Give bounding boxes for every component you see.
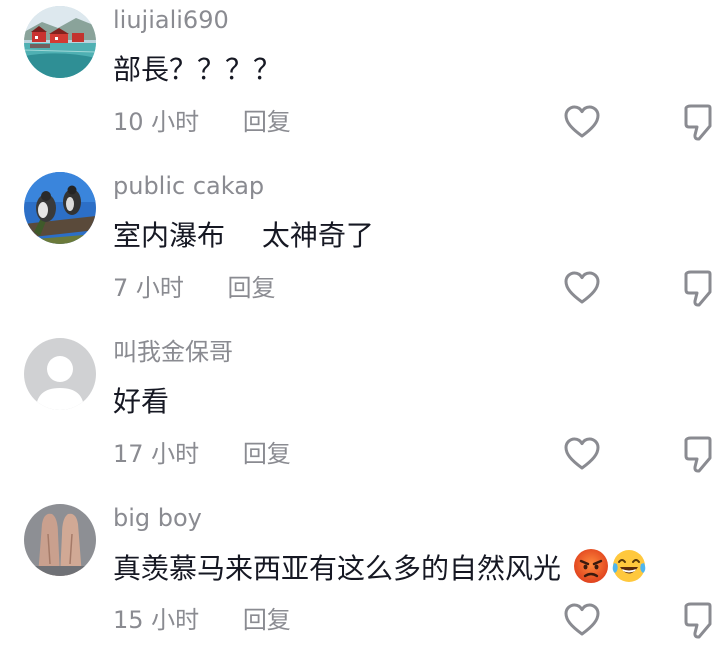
birds-image xyxy=(24,172,96,244)
comment-username[interactable]: public cakap xyxy=(113,170,264,202)
comment-meta: 17 小时 回复 xyxy=(113,438,291,470)
comment-username[interactable]: big boy xyxy=(113,502,202,534)
heart-outline-icon[interactable] xyxy=(563,436,601,472)
thumbs-down-outline-icon[interactable] xyxy=(683,102,713,142)
thumbs-down-outline-icon[interactable] xyxy=(683,268,713,308)
comment-text: 室内瀑布 太神奇了 xyxy=(113,219,374,252)
comment-text-content: 真羡慕马来西亚有这么多的自然风光 xyxy=(113,552,562,585)
comment-time: 15 小时 xyxy=(113,606,200,634)
reply-button[interactable]: 回复 xyxy=(243,604,291,636)
avatar[interactable] xyxy=(24,6,96,78)
comment-time: 7 小时 xyxy=(113,274,184,302)
comment-text: 好看 xyxy=(113,385,170,418)
comment-item: big boy 真羡慕马来西亚有这么多的自然风光 15 小时 回复 xyxy=(0,498,713,664)
comment-item: liujiali690 部長？？？？ 10 小时 回复 xyxy=(0,0,713,166)
heart-outline-icon[interactable] xyxy=(563,270,601,306)
tears-of-joy-emoji xyxy=(611,548,647,584)
comment-item: 叫我金保哥 好看 17 小时 回复 xyxy=(0,332,713,498)
reply-button[interactable]: 回复 xyxy=(243,106,291,138)
avatar[interactable] xyxy=(24,172,96,244)
heart-outline-icon[interactable] xyxy=(563,602,601,638)
default-avatar-image xyxy=(24,338,96,410)
comment-text: 部長？？？？ xyxy=(113,53,282,86)
comment-text: 真羡慕马来西亚有这么多的自然风光 xyxy=(113,548,647,589)
comment-username[interactable]: 叫我金保哥 xyxy=(113,336,233,368)
avatar[interactable] xyxy=(24,504,96,576)
avatar[interactable] xyxy=(24,338,96,410)
angry-face-emoji xyxy=(573,548,609,584)
heart-outline-icon[interactable] xyxy=(563,104,601,140)
thumbs-down-outline-icon[interactable] xyxy=(683,600,713,640)
comment-time: 17 小时 xyxy=(113,440,200,468)
harbor-houses-image xyxy=(24,6,96,78)
comment-username[interactable]: liujiali690 xyxy=(113,4,229,36)
hands-image xyxy=(24,504,96,576)
comment-meta: 10 小时 回复 xyxy=(113,106,291,138)
comment-item: public cakap 室内瀑布 太神奇了 7 小时 回复 xyxy=(0,166,713,332)
comment-time: 10 小时 xyxy=(113,108,200,136)
thumbs-down-outline-icon[interactable] xyxy=(683,434,713,474)
reply-button[interactable]: 回复 xyxy=(228,272,276,304)
reply-button[interactable]: 回复 xyxy=(243,438,291,470)
comment-meta: 15 小时 回复 xyxy=(113,604,291,636)
comment-meta: 7 小时 回复 xyxy=(113,272,276,304)
